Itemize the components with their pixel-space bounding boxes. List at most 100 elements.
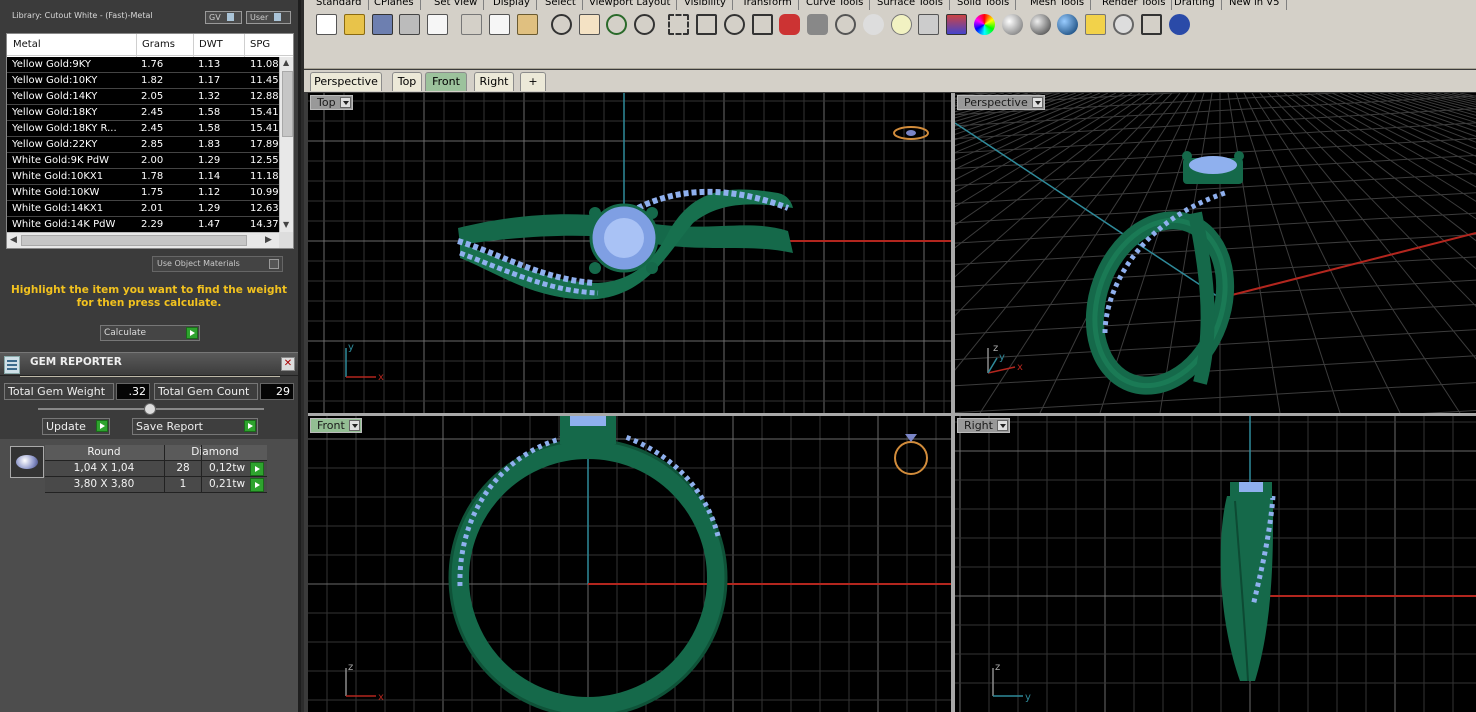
table-row[interactable]: Yellow Gold:14KY 2.05 1.32 12.88 <box>7 89 279 105</box>
viewport-label-front[interactable]: Front <box>310 418 362 433</box>
viewport-label-perspective[interactable]: Perspective <box>957 95 1045 110</box>
row-play-icon[interactable] <box>250 462 264 476</box>
viewport-front[interactable]: z x Front <box>308 416 951 712</box>
scroll-left-icon[interactable]: ◀ <box>10 235 17 245</box>
table-row[interactable]: Yellow Gold:9KY 1.76 1.13 11.08 <box>7 57 279 73</box>
toolbar-tab-set-view[interactable]: Set View <box>428 0 485 10</box>
table-row[interactable]: White Gold:14KX1 2.01 1.29 12.63 <box>7 201 279 217</box>
toolbar-tab-mesh-tools[interactable]: Mesh Tools <box>1024 0 1092 10</box>
header-metal[interactable]: Metal <box>13 39 41 53</box>
scroll-up-icon[interactable]: ▲ <box>283 58 289 67</box>
play-icon[interactable] <box>244 420 256 432</box>
env-sphere-icon[interactable] <box>1029 14 1051 35</box>
close-icon[interactable]: ✕ <box>281 357 295 371</box>
color-wheel-icon[interactable] <box>974 14 995 35</box>
header-spg[interactable]: SPG <box>250 39 270 53</box>
pan-hand-icon[interactable] <box>578 14 600 35</box>
toolbar-tab-select[interactable]: Select <box>539 0 583 10</box>
viewport-right[interactable]: z y Right <box>955 416 1476 712</box>
help-icon[interactable] <box>1168 14 1190 35</box>
gv-toggle[interactable]: GV <box>205 11 242 24</box>
horizontal-scrollbar[interactable]: ◀ ▶ <box>7 232 279 248</box>
table-row[interactable]: Yellow Gold:22KY 2.85 1.83 17.89 <box>7 137 279 153</box>
scroll-right-icon[interactable]: ▶ <box>265 235 272 245</box>
calculate-button[interactable]: Calculate <box>100 325 200 341</box>
toolbar-tab-surface-tools[interactable]: Surface Tools <box>871 0 950 10</box>
copy-icon[interactable] <box>489 14 510 35</box>
table-row[interactable]: White Gold:9K PdW 2.00 1.29 12.55 <box>7 153 279 169</box>
chevron-down-icon[interactable] <box>348 420 360 431</box>
table-row[interactable]: White Gold:10KW 1.75 1.12 10.99 <box>7 185 279 201</box>
update-button[interactable]: Update <box>42 418 110 435</box>
render-sphere-icon[interactable] <box>1001 14 1023 35</box>
open-icon[interactable] <box>343 14 365 35</box>
use-object-materials-checkbox[interactable]: Use Object Materials <box>152 256 283 272</box>
light-bulb-icon[interactable] <box>890 14 912 35</box>
blue-sphere-icon[interactable] <box>1057 14 1079 35</box>
scroll-down-icon[interactable]: ▼ <box>283 220 289 229</box>
viewport-label-top[interactable]: Top <box>310 95 353 110</box>
header-dwt[interactable]: DWT <box>199 39 223 53</box>
table-row[interactable]: 1,04 X 1,04 28 0,12tw <box>45 461 267 477</box>
import-icon[interactable] <box>427 14 449 35</box>
settings-gear-icon[interactable] <box>1113 14 1134 35</box>
viewport-tab-perspective[interactable]: Perspective <box>310 72 382 91</box>
camera-icon[interactable] <box>807 14 829 35</box>
toolbar-tab-curve-tools[interactable]: Curve Tools <box>800 0 871 10</box>
table-row[interactable]: Yellow Gold:18KY 2.45 1.58 15.41 <box>7 105 279 121</box>
ghost-icon[interactable] <box>862 14 884 35</box>
toolbar-tab-visibility[interactable]: Visibility <box>678 0 733 10</box>
toolbar-tab-render-tools[interactable]: Render Tools <box>1096 0 1173 10</box>
table-row[interactable]: White Gold:14K PdW 2.29 1.47 14.37 <box>7 217 279 233</box>
toolbar-tab-cplanes[interactable]: CPlanes <box>368 0 421 10</box>
viewport-perspective[interactable]: z x y Perspective <box>955 93 1476 413</box>
zoom-selected-icon[interactable] <box>723 14 745 35</box>
print-icon[interactable] <box>399 14 421 35</box>
viewport-label-right[interactable]: Right <box>957 418 1010 433</box>
rotate-view-icon[interactable] <box>606 14 628 35</box>
vertical-scrollbar[interactable]: ▲ ▼ <box>279 57 293 232</box>
viewport-tab-top[interactable]: Top <box>392 72 422 91</box>
chevron-down-icon[interactable] <box>996 420 1008 431</box>
viewport-top[interactable]: y x Top <box>308 93 951 413</box>
lock-icon[interactable] <box>918 14 940 35</box>
shade-icon[interactable] <box>835 14 856 35</box>
chevron-down-icon[interactable] <box>1031 97 1043 108</box>
car-icon[interactable] <box>779 14 801 35</box>
header-grams[interactable]: Grams <box>142 39 175 53</box>
play-icon[interactable] <box>186 327 198 339</box>
zoom-window-icon[interactable] <box>668 14 690 35</box>
grid-snap-icon[interactable] <box>1140 14 1162 35</box>
chevron-down-icon[interactable] <box>339 97 351 108</box>
table-row[interactable]: 3,80 X 3,80 1 0,21tw <box>45 477 267 493</box>
toolbar-tab-solid-tools[interactable]: Solid Tools <box>951 0 1017 10</box>
toolbar-tab-viewport-layout[interactable]: Viewport Layout <box>583 0 678 10</box>
gem-slider-knob[interactable] <box>144 403 156 415</box>
scroll-thumb[interactable] <box>282 71 293 137</box>
toolbar-tab-standard[interactable]: Standard <box>310 0 369 10</box>
new-icon[interactable] <box>316 14 337 35</box>
scroll-thumb[interactable] <box>21 235 247 246</box>
save-icon[interactable] <box>371 14 393 35</box>
row-play-icon[interactable] <box>250 478 264 492</box>
viewport-tab-right[interactable]: Right <box>474 72 514 91</box>
toolbar-tab-drafting[interactable]: Drafting <box>1168 0 1222 10</box>
select-filter-icon[interactable] <box>1085 14 1107 35</box>
play-icon[interactable] <box>96 420 108 432</box>
paste-icon[interactable] <box>516 14 538 35</box>
table-row[interactable]: Yellow Gold:10KY 1.82 1.17 11.45 <box>7 73 279 89</box>
cut-icon[interactable] <box>461 14 483 35</box>
add-viewport-tab[interactable]: + <box>520 72 546 91</box>
layer-icon[interactable] <box>946 14 968 35</box>
toolbar-tab-display[interactable]: Display <box>487 0 537 10</box>
toolbar-tab-transform[interactable]: Transform <box>736 0 799 10</box>
round-diamond-thumbnail[interactable] <box>10 446 44 478</box>
viewport-tab-front[interactable]: Front <box>425 72 467 91</box>
table-row[interactable]: Yellow Gold:18KY R... 2.45 1.58 15.41 <box>7 121 279 137</box>
checkbox-icon[interactable] <box>269 259 279 269</box>
zoom-icon[interactable] <box>634 14 656 35</box>
save-report-button[interactable]: Save Report <box>132 418 258 435</box>
four-view-icon[interactable] <box>751 14 773 35</box>
zoom-extents-icon[interactable] <box>696 14 717 35</box>
user-toggle[interactable]: User <box>246 11 291 24</box>
